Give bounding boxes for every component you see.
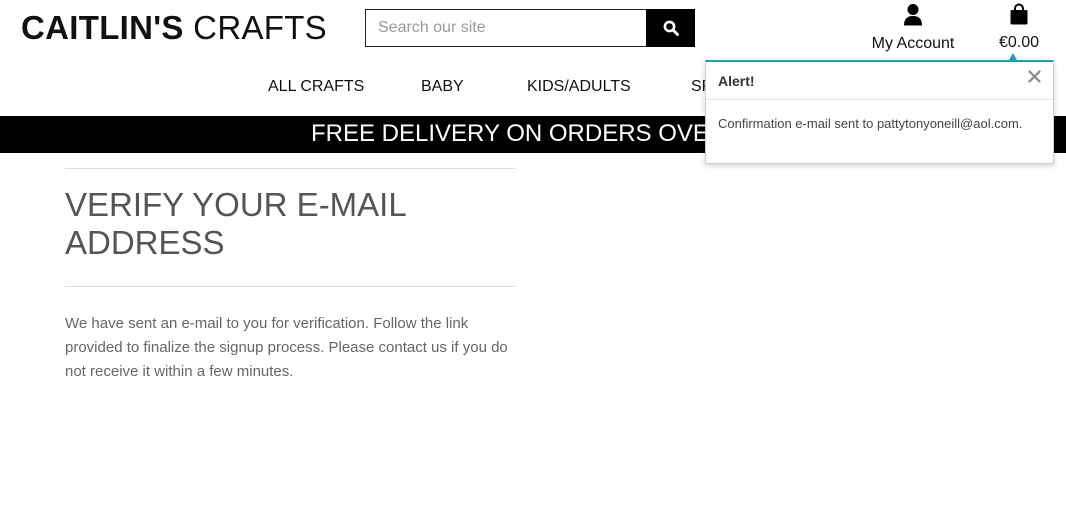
toast-title: Alert! — [718, 73, 755, 89]
toast-message: Confirmation e-mail sent to pattytonyone… — [718, 116, 1023, 131]
user-icon — [904, 4, 922, 26]
search-form — [365, 9, 695, 47]
divider-top — [65, 168, 515, 169]
alert-toast: Alert! Confirmation e-mail sent to patty… — [705, 53, 1054, 164]
nav-item-baby[interactable]: BABY — [421, 78, 464, 96]
close-icon — [1028, 70, 1041, 83]
cart-total: €0.00 — [998, 34, 1040, 51]
banner-text: FREE DELIVERY ON ORDERS OVER € — [311, 120, 747, 147]
search-button[interactable] — [646, 9, 695, 47]
nav-item-kids-adults[interactable]: KIDS/ADULTS — [527, 78, 631, 96]
logo-bold-text: CAITLIN'S — [21, 9, 184, 46]
nav-item-all-crafts[interactable]: ALL CRAFTS — [268, 78, 364, 96]
search-icon — [663, 20, 679, 36]
site-logo[interactable]: CAITLIN'S CRAFTS — [21, 9, 327, 47]
logo-light-text: CRAFTS — [183, 9, 327, 46]
shopping-bag-icon — [1010, 3, 1028, 25]
my-account-link[interactable]: My Account — [865, 3, 961, 53]
close-button[interactable] — [1028, 70, 1041, 88]
toast-arrow — [1009, 53, 1017, 60]
search-input[interactable] — [365, 9, 646, 47]
my-account-label: My Account — [871, 35, 955, 52]
divider-bottom — [65, 286, 515, 287]
verification-message: We have sent an e-mail to you for verifi… — [65, 315, 508, 380]
toast-header: Alert! — [706, 62, 1053, 100]
cart-link[interactable]: €0.00 — [990, 3, 1048, 52]
page-title: VERIFY YOUR E-MAIL ADDRESS — [65, 186, 406, 261]
